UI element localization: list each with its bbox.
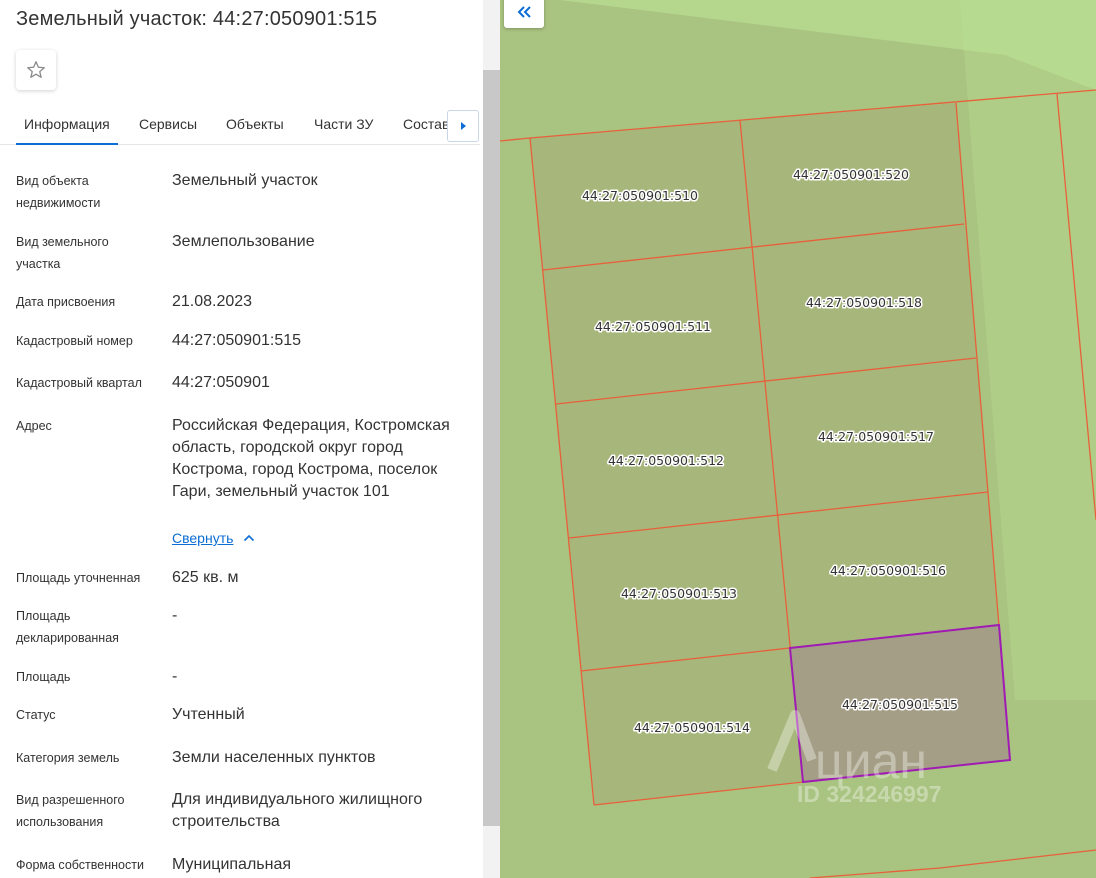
chevron-up-icon[interactable]: [243, 534, 255, 542]
field-value: 44:27:050901: [172, 374, 270, 391]
tab-information[interactable]: Информация: [16, 116, 118, 145]
field-value: Для индивидуального жилищного строительс…: [172, 791, 423, 830]
field-label: Вид объекта недвижимости: [16, 174, 101, 210]
parcel-label-516[interactable]: 44:27:050901:516: [828, 562, 947, 580]
parcel-label-518[interactable]: 44:27:050901:518: [804, 294, 923, 312]
scrollbar-thumb[interactable]: [483, 70, 500, 826]
parcel-label-512[interactable]: 44:27:050901:512: [606, 452, 725, 470]
field-value: Российская Федерация, Костромская област…: [172, 417, 450, 500]
field-value: 44:27:050901:515: [172, 332, 302, 349]
field-label: Площадь: [16, 670, 71, 684]
tab-bar: Информация Сервисы Объекты Части ЗУ Сост…: [0, 104, 480, 145]
field-label: Форма собственности: [16, 858, 144, 872]
caret-right-icon: [461, 122, 466, 130]
parcel-label-510[interactable]: 44:27:050901:510: [580, 187, 699, 205]
parcel-label-511[interactable]: 44:27:050901:511: [593, 318, 712, 336]
collapse-address-link[interactable]: Свернуть: [172, 530, 233, 546]
field-value: -: [172, 668, 178, 685]
field-value: Земли населенных пунктов: [172, 749, 376, 766]
map-canvas[interactable]: 44:27:050901:510 44:27:050901:520 44:27:…: [500, 0, 1096, 878]
tab-composition[interactable]: Состав: [403, 116, 449, 132]
field-value: Муниципальная: [172, 856, 292, 873]
field-value: 625 кв. м: [172, 569, 239, 586]
field-label: Вид разрешенного использования: [16, 793, 125, 829]
tab-parts[interactable]: Части ЗУ: [314, 116, 373, 132]
field-label: Вид земельного участка: [16, 235, 109, 271]
field-label: Адрес: [16, 419, 52, 433]
field-label: Категория земель: [16, 751, 120, 765]
field-value: Земельный участок: [172, 172, 318, 189]
parcel-label-513[interactable]: 44:27:050901:513: [619, 585, 738, 603]
cadastral-map[interactable]: 44:27:050901:510 44:27:050901:520 44:27:…: [500, 0, 1096, 878]
field-label: Площадь уточненная: [16, 571, 141, 585]
parcel-label-517[interactable]: 44:27:050901:517: [816, 428, 935, 446]
parcel-label-515[interactable]: 44:27:050901:515: [840, 696, 959, 714]
double-chevron-left-icon: [517, 6, 531, 18]
collapse-panel-button[interactable]: [504, 0, 544, 28]
tab-services[interactable]: Сервисы: [139, 116, 197, 132]
panel-scrollbar[interactable]: [483, 0, 500, 878]
tabs-scroll-right-button[interactable]: [447, 110, 479, 142]
field-label: Кадастровый квартал: [16, 376, 142, 390]
field-label: Статус: [16, 708, 56, 722]
field-value: Землепользование: [172, 233, 315, 250]
watermark-id: ID 324246997: [797, 781, 942, 807]
favorite-button[interactable]: [16, 50, 56, 90]
page-title: Земельный участок: 44:27:050901:515: [16, 8, 378, 30]
field-label: Площадь декларированная: [16, 609, 119, 645]
field-label: Кадастровый номер: [16, 334, 133, 348]
star-outline-icon: [27, 61, 45, 78]
field-label: Дата присвоения: [16, 295, 116, 309]
info-panel: Земельный участок: 44:27:050901:515 Инфо…: [0, 0, 500, 878]
field-value: 21.08.2023: [172, 293, 253, 310]
parcel-label-520[interactable]: 44:27:050901:520: [791, 166, 910, 184]
field-value: Учтенный: [172, 706, 245, 723]
tab-objects[interactable]: Объекты: [226, 116, 284, 132]
field-value: -: [172, 607, 178, 624]
parcel-label-514[interactable]: 44:27:050901:514: [632, 719, 751, 737]
